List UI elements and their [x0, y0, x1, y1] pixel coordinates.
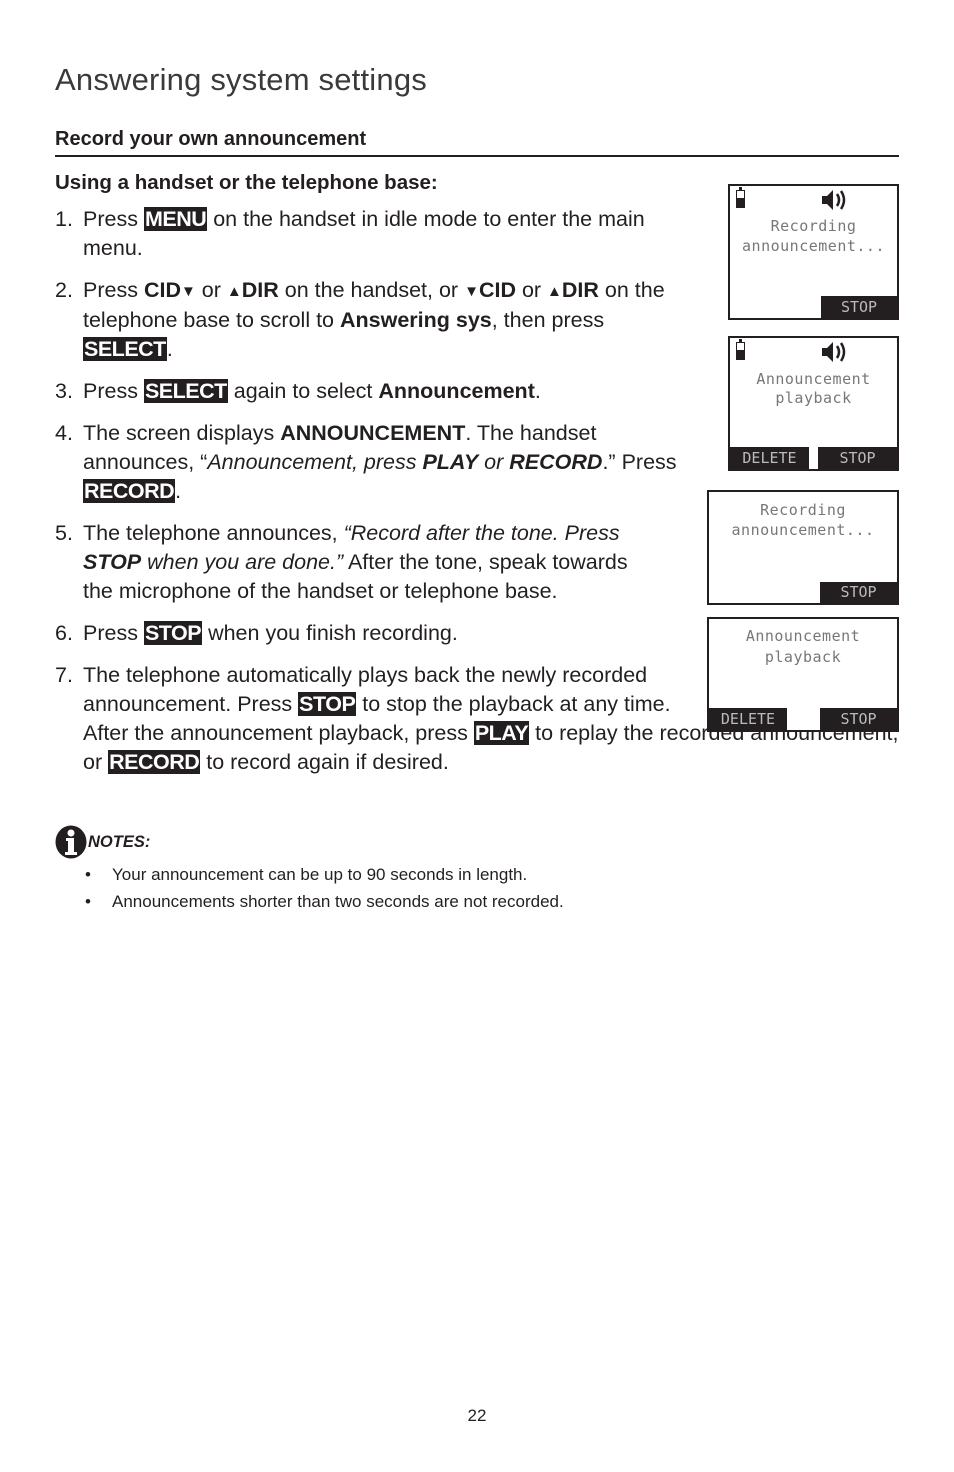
step-number: 4.: [55, 421, 73, 445]
softkey-stop: STOP: [820, 708, 897, 730]
note-item: Announcements shorter than two seconds a…: [85, 888, 785, 915]
screen-line-1: Recording: [770, 217, 857, 235]
record-key: RECORD: [108, 750, 201, 774]
text: or: [515, 278, 548, 302]
text: Press: [83, 379, 144, 403]
step-number: 7.: [55, 663, 73, 687]
dir-key: DIR: [561, 278, 599, 302]
softkey-stop: STOP: [820, 582, 897, 603]
text: again to select: [227, 379, 379, 403]
screen-line-1: Announcement: [756, 370, 871, 388]
section-divider: [55, 155, 899, 157]
text: Press: [615, 450, 677, 474]
battery-icon: [736, 187, 745, 208]
screen-label: ANNOUNCEMENT: [280, 421, 466, 445]
notes-label: NOTES:: [88, 833, 151, 851]
quote-text: Announcement, press: [207, 450, 423, 474]
quote-text: or: [478, 450, 510, 474]
notes-list: Your announcement can be up to 90 second…: [85, 861, 785, 915]
step-5: 5. The telephone announces, “Record afte…: [55, 519, 658, 606]
page-title: Answering system settings: [55, 62, 427, 97]
step-number: 3.: [55, 379, 73, 403]
softkey-stop: STOP: [821, 296, 897, 318]
step-6: 6. Press STOP when you finish recording.: [55, 619, 658, 648]
speaker-icon: [822, 190, 846, 210]
step-2: 2. Press CID▼ or ▲DIR on the handset, or…: [55, 276, 693, 364]
step-number: 6.: [55, 621, 73, 645]
speaker-icon: [822, 342, 846, 362]
text: on the handset, or: [278, 278, 465, 302]
text: or: [195, 278, 227, 302]
softkey-delete: DELETE: [730, 447, 809, 469]
page-number: 22: [467, 1406, 487, 1425]
softkey-delete: DELETE: [709, 708, 787, 730]
menu-item-announcement: Announcement: [378, 379, 535, 403]
note-item: Your announcement can be up to 90 second…: [85, 861, 785, 888]
up-arrow-icon: ▲: [226, 283, 242, 300]
screen-line-2: playback: [764, 648, 842, 666]
menu-key: MENU: [143, 207, 208, 231]
text: when you finish recording.: [202, 621, 458, 645]
screen-line-1: Recording: [760, 501, 846, 519]
base-screen-playback: Announcement playback DELETE STOP: [707, 617, 899, 732]
text: Press: [83, 278, 144, 302]
text: Press: [83, 207, 144, 231]
handset-screen-playback: Announcement playback DELETE STOP: [728, 336, 899, 471]
menu-item-answering-sys: Answering sys: [339, 308, 492, 332]
text: , then press: [491, 308, 605, 332]
play-key: PLAY: [473, 721, 530, 745]
quote-text: when you are done.”: [141, 550, 344, 574]
record-key-text: RECORD: [509, 450, 603, 474]
cid-key: CID: [478, 278, 516, 302]
subheading: Using a handset or the telephone base:: [55, 171, 438, 194]
down-arrow-icon: ▼: [464, 283, 479, 300]
up-arrow-icon: ▲: [547, 283, 562, 300]
down-arrow-icon: ▼: [180, 283, 196, 300]
text: to record again if desired.: [200, 750, 449, 774]
softkey-stop: STOP: [818, 447, 897, 469]
screen-line-2: announcement...: [731, 521, 875, 539]
text: The telephone announces,: [83, 521, 344, 545]
section-heading: Record your own announcement: [55, 128, 367, 150]
stop-key-text: STOP: [83, 550, 142, 574]
text: The screen displays: [83, 421, 281, 445]
select-key: SELECT: [143, 379, 228, 403]
screen-line-2: playback: [775, 389, 852, 407]
text: .: [534, 379, 541, 403]
battery-icon: [736, 339, 745, 360]
handset-screen-recording: Recording announcement... STOP: [728, 184, 899, 320]
text: .: [175, 479, 182, 503]
select-key: SELECT: [83, 337, 167, 361]
dir-key: DIR: [241, 278, 279, 302]
screen-line-1: Announcement: [745, 627, 861, 645]
step-4: 4. The screen displays ANNOUNCEMENT. The…: [55, 419, 693, 506]
step-number: 5.: [55, 521, 73, 545]
stop-key: STOP: [143, 621, 203, 645]
info-icon: [55, 825, 87, 859]
cid-key: CID: [143, 278, 181, 302]
base-screen-recording: Recording announcement... STOP: [707, 490, 899, 605]
quote-text: “Record after the tone. Press: [343, 521, 620, 545]
step-number: 1.: [55, 207, 73, 231]
play-key-text: PLAY: [422, 450, 479, 474]
step-1: 1. Press MENU on the handset in idle mod…: [55, 205, 693, 263]
text: .”: [602, 450, 616, 474]
record-key: RECORD: [83, 479, 176, 503]
screen-line-2: announcement...: [742, 237, 885, 255]
stop-key: STOP: [298, 692, 357, 716]
step-3: 3. Press SELECT again to select Announce…: [55, 377, 693, 406]
text: .: [166, 337, 173, 361]
text: Press: [83, 621, 144, 645]
step-number: 2.: [55, 278, 73, 302]
